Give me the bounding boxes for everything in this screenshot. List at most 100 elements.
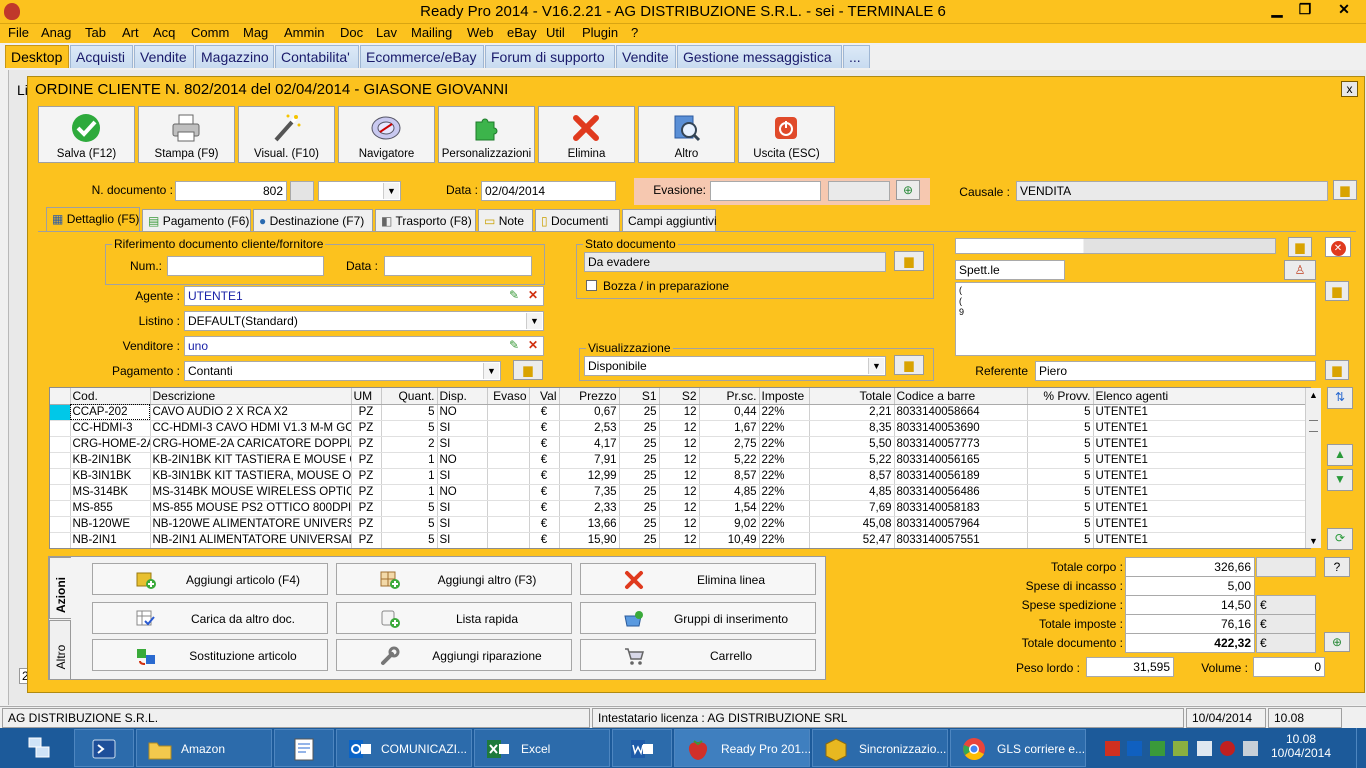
cell-prsc[interactable]: 9,02 — [699, 516, 760, 533]
peso-lordo-value[interactable]: 31,595 — [1086, 657, 1174, 677]
table-row[interactable]: CRG-HOME-2A CRG-HOME-2A CARICATORE DOPPIA… — [50, 436, 1307, 453]
cell-prsc[interactable]: 0,44 — [699, 404, 760, 421]
col-prezzo[interactable]: Prezzo — [559, 388, 620, 405]
cell-imposte[interactable]: 22% — [759, 436, 810, 453]
delete-line-button[interactable]: Elimina linea — [580, 563, 816, 595]
totale-help-button[interactable]: ? — [1324, 557, 1350, 577]
cell-quant[interactable]: 5 — [381, 420, 438, 437]
cell-provv[interactable]: 5 — [1027, 516, 1094, 533]
taskbar-powershell[interactable] — [74, 729, 134, 767]
cell-evaso[interactable] — [487, 436, 530, 453]
cell-codice-barre[interactable]: 8033140057551 — [894, 532, 1028, 548]
cell-elenco-agenti[interactable]: UTENTE1 — [1093, 404, 1307, 421]
cell-provv[interactable]: 5 — [1027, 532, 1094, 548]
causale-folder-button[interactable]: ▆ — [1333, 180, 1357, 200]
cell-disp[interactable]: NO — [437, 404, 488, 421]
data-input[interactable]: 02/04/2014 — [481, 181, 616, 201]
spese-incasso-value[interactable]: 5,00 — [1125, 576, 1255, 596]
cell-disp[interactable]: SI — [437, 468, 488, 485]
menu-ammin[interactable]: Ammin — [284, 25, 324, 40]
cell-val[interactable]: € — [529, 452, 560, 469]
cell-um[interactable]: PZ — [351, 436, 382, 453]
cell-elenco-agenti[interactable]: UTENTE1 — [1093, 516, 1307, 533]
move-top-button[interactable]: ⇅ — [1327, 387, 1353, 409]
cell-cod[interactable]: NB-120WE — [70, 516, 151, 533]
cell-evaso[interactable] — [487, 484, 530, 501]
cell-quant[interactable]: 5 — [381, 404, 438, 421]
cell-codice-barre[interactable]: 8033140056486 — [894, 484, 1028, 501]
cell-s2[interactable]: 12 — [659, 468, 700, 485]
tab-vendite-2[interactable]: Vendite — [616, 45, 676, 68]
taskbar-outlook[interactable]: COMUNICAZI... — [336, 729, 472, 767]
table-row[interactable]: NB-2IN1 NB-2IN1 ALIMENTATORE UNIVERSAL...… — [50, 532, 1307, 548]
cell-descrizione[interactable]: KB-2IN1BK KIT TASTIERA E MOUSE O... — [150, 452, 352, 469]
taskbar-start[interactable] — [0, 729, 72, 767]
table-row[interactable]: MS-314BK MS-314BK MOUSE WIRELESS OPTICA..… — [50, 484, 1307, 501]
causale-input[interactable]: VENDITA — [1016, 181, 1328, 201]
row-selector[interactable] — [50, 484, 71, 501]
pagamento-folder-button[interactable]: ▆ — [513, 360, 543, 380]
col-imposte[interactable]: Imposte — [759, 388, 810, 405]
cell-descrizione[interactable]: KB-3IN1BK KIT TASTIERA, MOUSE OT... — [150, 468, 352, 485]
cell-cod[interactable]: CCAP-202 — [70, 404, 151, 421]
cell-val[interactable]: € — [529, 484, 560, 501]
cell-codice-barre[interactable]: 8033140053690 — [894, 420, 1028, 437]
insertion-groups-button[interactable]: Gruppi di inserimento — [580, 602, 816, 634]
cell-s2[interactable]: 12 — [659, 516, 700, 533]
col-prsc[interactable]: Pr.sc. — [699, 388, 760, 405]
menu-doc[interactable]: Doc — [340, 25, 363, 40]
cell-totale[interactable]: 52,47 — [809, 532, 895, 548]
cliente-address-box[interactable]: ( ( 9 — [955, 282, 1316, 356]
cell-prezzo[interactable]: 13,66 — [559, 516, 620, 533]
replace-article-button[interactable]: Sostituzione articolo — [92, 639, 328, 671]
edit-pencil-icon[interactable]: ✎ — [509, 338, 519, 352]
menu-web[interactable]: Web — [467, 25, 494, 40]
pagamento-dropdown[interactable]: Contanti ▼ — [184, 361, 501, 381]
tray-app-icon[interactable] — [1105, 741, 1120, 756]
cell-descrizione[interactable]: NB-2IN1 ALIMENTATORE UNIVERSAL... — [150, 532, 352, 548]
tab-documenti[interactable]: ▯ Documenti — [535, 209, 620, 231]
cell-evaso[interactable] — [487, 516, 530, 533]
table-row[interactable]: MS-855 MS-855 MOUSE PS2 OTTICO 800DPI ...… — [50, 500, 1307, 517]
taskbar-chrome[interactable]: GLS corriere e... — [950, 729, 1086, 767]
order-lines-grid[interactable]: Cod. Descrizione UM Quant. Disp. Evaso V… — [49, 387, 1311, 549]
menu-acq[interactable]: Acq — [153, 25, 175, 40]
menu-art[interactable]: Art — [122, 25, 139, 40]
cell-quant[interactable]: 2 — [381, 436, 438, 453]
cell-evaso[interactable] — [487, 452, 530, 469]
cell-provv[interactable]: 5 — [1027, 420, 1094, 437]
cell-disp[interactable]: SI — [437, 532, 488, 548]
col-disp[interactable]: Disp. — [437, 388, 488, 405]
cell-prezzo[interactable]: 2,33 — [559, 500, 620, 517]
cell-disp[interactable]: SI — [437, 500, 488, 517]
cell-s1[interactable]: 25 — [619, 516, 660, 533]
cell-codice-barre[interactable]: 8033140056165 — [894, 452, 1028, 469]
cell-s2[interactable]: 12 — [659, 452, 700, 469]
taskbar-amazon[interactable]: Amazon — [136, 729, 272, 767]
cell-s2[interactable]: 12 — [659, 532, 700, 548]
cell-totale[interactable]: 7,69 — [809, 500, 895, 517]
row-selector[interactable] — [50, 532, 71, 548]
cell-totale[interactable]: 5,22 — [809, 452, 895, 469]
cell-totale[interactable]: 8,57 — [809, 468, 895, 485]
save-button[interactable]: Salva (F12) — [38, 106, 135, 163]
cell-um[interactable]: PZ — [351, 468, 382, 485]
cell-elenco-agenti[interactable]: UTENTE1 — [1093, 500, 1307, 517]
cell-prsc[interactable]: 1,67 — [699, 420, 760, 437]
agente-input[interactable]: UTENTE1 ✎ ✕ — [184, 286, 544, 306]
referente-folder-button[interactable]: ▆ — [1325, 360, 1349, 380]
cell-cod[interactable]: CC-HDMI-3 — [70, 420, 151, 437]
scroll-down-icon[interactable]: ▼ — [1309, 536, 1318, 546]
stato-folder-button[interactable]: ▆ — [894, 251, 924, 271]
cell-evaso[interactable] — [487, 420, 530, 437]
col-s1[interactable]: S1 — [619, 388, 660, 405]
cell-descrizione[interactable]: CRG-HOME-2A CARICATORE DOPPIA... — [150, 436, 352, 453]
cell-provv[interactable]: 5 — [1027, 484, 1094, 501]
col-quant[interactable]: Quant. — [381, 388, 438, 405]
cell-imposte[interactable]: 22% — [759, 452, 810, 469]
cell-quant[interactable]: 1 — [381, 484, 438, 501]
tab-forum-supporto[interactable]: Forum di supporto — [485, 45, 615, 68]
tray-volume-icon[interactable] — [1243, 741, 1258, 756]
scroll-up-icon[interactable]: ▲ — [1309, 390, 1318, 400]
cell-um[interactable]: PZ — [351, 532, 382, 548]
